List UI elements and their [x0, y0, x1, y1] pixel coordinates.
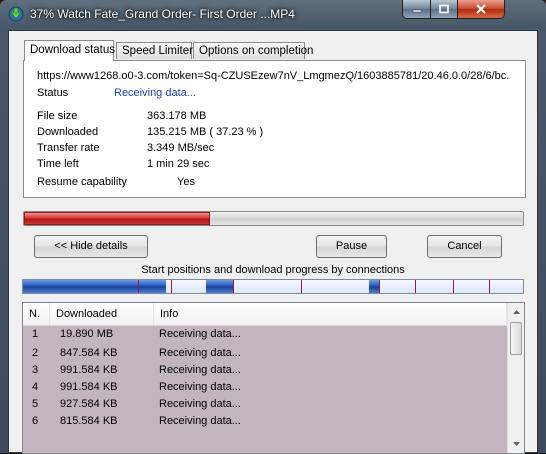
pause-button[interactable]: Pause — [316, 235, 387, 258]
file-size-label: File size — [37, 110, 78, 122]
row-number: 3 — [32, 364, 39, 376]
scroll-up-arrow-icon — [513, 310, 520, 314]
resume-capability-value: Yes — [177, 176, 195, 188]
list-row[interactable]: 4 991.584 KB Receiving data... — [23, 379, 507, 396]
hide-details-button[interactable]: << Hide details — [34, 235, 148, 258]
connection-start-marker — [453, 280, 454, 293]
list-row[interactable]: 5 927.584 KB Receiving data... — [23, 396, 507, 413]
list-row[interactable]: 3 991.584 KB Receiving data... — [23, 362, 507, 379]
maximize-button[interactable] — [430, 0, 458, 19]
row-downloaded: 847.584 KB — [60, 347, 118, 359]
download-url: https://www1268.o0-3.com/token=Sq-CZUSEz… — [37, 70, 510, 82]
connection-start-marker — [379, 280, 380, 293]
row-number: 6 — [32, 415, 39, 427]
list-row[interactable]: 6 815.584 KB Receiving data... — [23, 413, 507, 453]
status-value: Receiving data... — [114, 87, 196, 99]
connections-progress-bar — [22, 279, 524, 294]
list-vertical-scrollbar[interactable] — [507, 303, 524, 453]
resume-capability-label: Resume capability — [37, 176, 127, 188]
row-downloaded: 991.584 KB — [60, 381, 118, 393]
download-progress-bar — [23, 211, 524, 226]
title-bar[interactable]: 37% Watch Fate_Grand Order- First Order … — [0, 0, 546, 28]
download-progress-window: 37% Watch Fate_Grand Order- First Order … — [0, 0, 546, 454]
row-downloaded: 815.584 KB — [60, 415, 118, 427]
tab-speed-limiter[interactable]: Speed Limiter — [116, 42, 193, 59]
scroll-down-button[interactable] — [509, 436, 524, 452]
scroll-thumb[interactable] — [510, 322, 522, 355]
row-info: Receiving data... — [159, 364, 241, 376]
connection-start-marker — [233, 280, 234, 293]
maximize-icon — [439, 4, 449, 14]
connection-segment-gap-1 — [166, 280, 206, 293]
row-number: 5 — [32, 398, 39, 410]
row-info: Receiving data... — [159, 347, 241, 359]
row-info: Receiving data... — [159, 398, 241, 410]
connection-start-marker — [171, 280, 172, 293]
connection-segment-1 — [23, 280, 166, 293]
connection-start-marker — [301, 280, 302, 293]
row-downloaded: 927.584 KB — [60, 398, 118, 410]
time-left-value: 1 min 29 sec — [147, 158, 210, 170]
column-header-info[interactable]: Info — [154, 303, 507, 325]
close-icon — [476, 4, 486, 14]
row-info: Receiving data... — [159, 328, 241, 340]
window-client-area: Download status Speed Limiter Options on… — [8, 30, 538, 454]
download-status-panel: https://www1268.o0-3.com/token=Sq-CZUSEz… — [23, 60, 526, 198]
minimize-button[interactable] — [402, 0, 431, 19]
list-row[interactable]: 1 19.890 MB Receiving data... — [23, 326, 507, 345]
connection-segment-3 — [369, 280, 379, 293]
column-header-number[interactable]: N. — [23, 303, 50, 325]
list-row[interactable]: 2 847.584 KB Receiving data... — [23, 345, 507, 362]
minimize-icon — [412, 9, 421, 13]
download-progress-fill — [24, 212, 210, 225]
tab-download-status[interactable]: Download status — [24, 40, 115, 61]
row-number: 4 — [32, 381, 39, 393]
connection-segment-2 — [206, 280, 233, 293]
column-header-downloaded[interactable]: Downloaded — [50, 303, 154, 325]
status-label: Status — [37, 87, 69, 99]
scroll-up-button[interactable] — [509, 304, 524, 320]
connections-label: Start positions and download progress by… — [141, 264, 405, 276]
scroll-down-arrow-icon — [513, 442, 520, 446]
connections-list: N. Downloaded Info 1 19.890 MB Receiving… — [22, 302, 525, 454]
row-info: Receiving data... — [159, 415, 241, 427]
connection-start-marker — [415, 280, 416, 293]
row-number: 1 — [32, 328, 39, 340]
cancel-button[interactable]: Cancel — [427, 235, 502, 258]
row-info: Receiving data... — [159, 381, 241, 393]
connection-start-marker — [138, 280, 139, 293]
file-size-value: 363.178 MB — [147, 110, 207, 122]
list-header: N. Downloaded Info — [23, 303, 507, 326]
connection-start-marker — [489, 280, 490, 293]
window-title: 37% Watch Fate_Grand Order- First Order … — [30, 7, 295, 21]
close-button[interactable] — [457, 0, 505, 19]
transfer-rate-value: 3.349 MB/sec — [147, 142, 215, 154]
tab-options-on-completion[interactable]: Options on completion — [193, 42, 313, 59]
downloaded-value: 135.215 MB ( 37.23 % ) — [147, 126, 264, 138]
connection-segment-gap-3 — [379, 280, 523, 293]
transfer-rate-label: Transfer rate — [37, 142, 100, 154]
downloaded-label: Downloaded — [37, 126, 99, 138]
row-downloaded: 19.890 MB — [60, 328, 114, 340]
row-number: 2 — [32, 347, 39, 359]
row-downloaded: 991.584 KB — [60, 364, 118, 376]
idm-app-icon — [8, 6, 24, 22]
time-left-label: Time left — [37, 158, 79, 170]
